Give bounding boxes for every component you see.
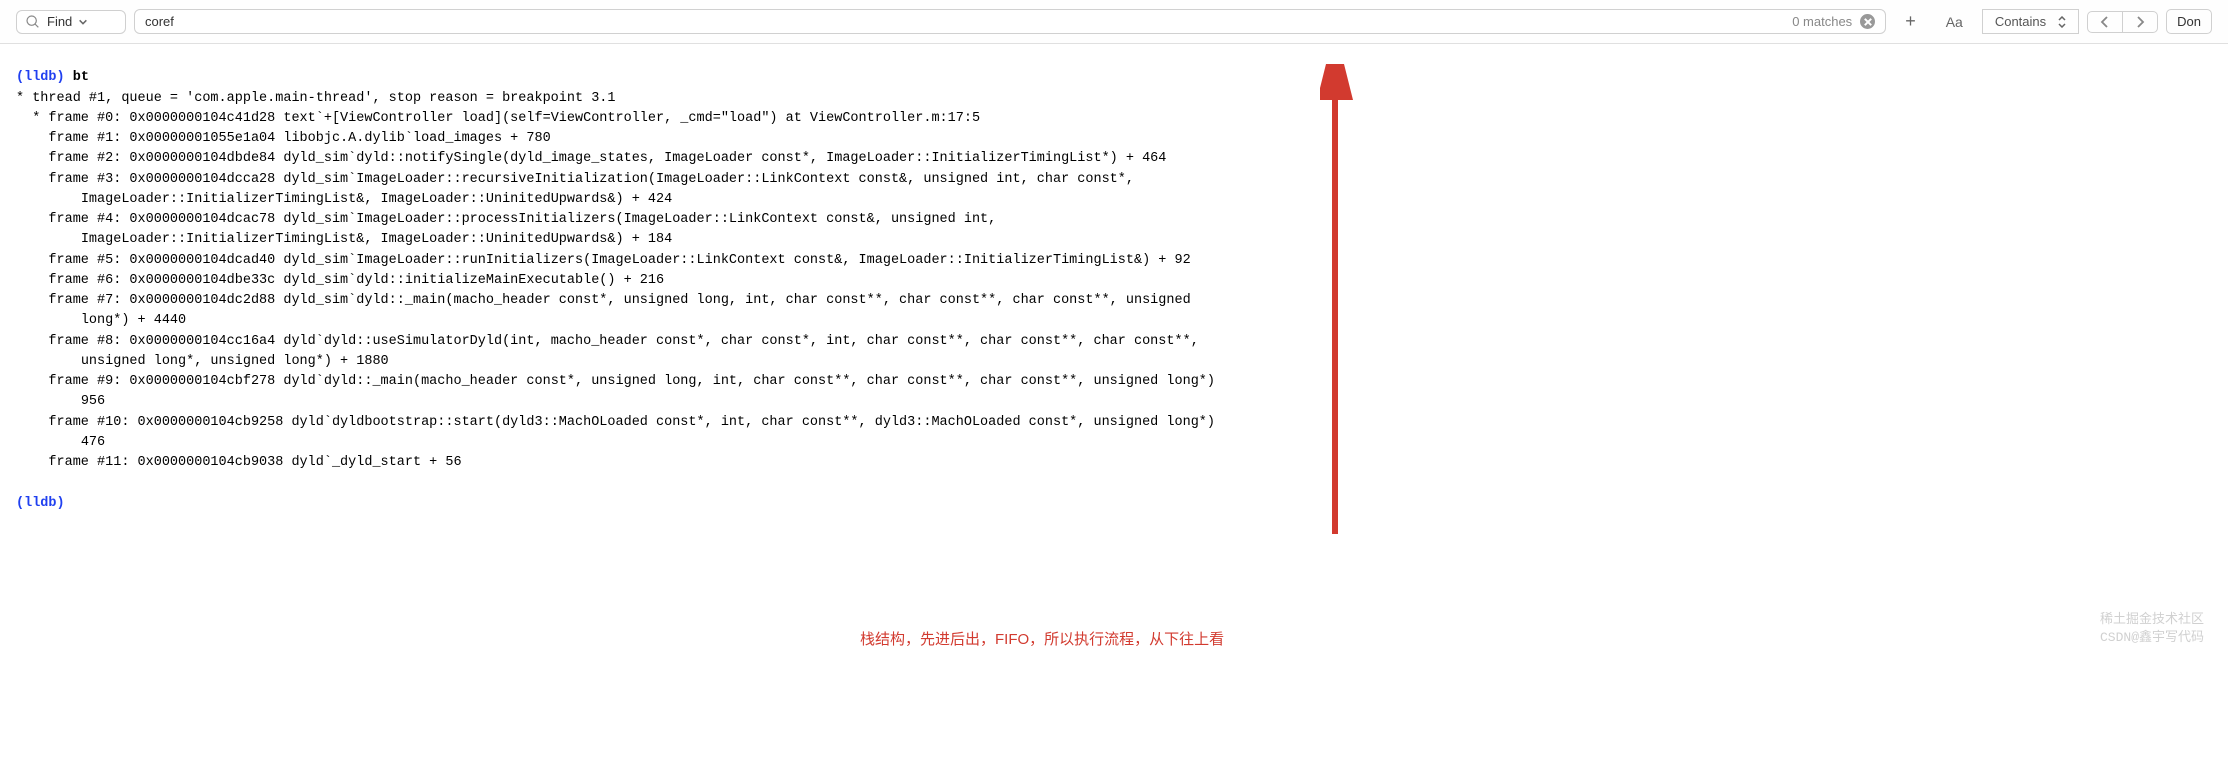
- console-line: frame #5: 0x0000000104dcad40 dyld_sim`Im…: [16, 251, 2212, 271]
- annotation-text: 栈结构，先进后出，FIFO，所以执行流程，从下往上看: [860, 629, 1224, 652]
- find-label: Find: [47, 14, 72, 29]
- lldb-prompt-end: (lldb): [16, 496, 65, 511]
- matches-count: 0 matches: [1792, 14, 1852, 29]
- console-line: frame #11: 0x0000000104cb9038 dyld`_dyld…: [16, 453, 2212, 473]
- add-button[interactable]: +: [1894, 6, 1927, 37]
- console-line: 476: [16, 433, 2212, 453]
- console-line: * frame #0: 0x0000000104c41d28 text`+[Vi…: [16, 109, 2212, 129]
- find-mode-selector[interactable]: Find: [16, 10, 126, 34]
- chevron-down-icon: [78, 17, 88, 27]
- search-field-container: 0 matches: [134, 9, 1886, 34]
- close-icon: [1864, 18, 1872, 26]
- lldb-console: (lldb) bt * thread #1, queue = 'com.appl…: [0, 44, 2228, 660]
- console-line: frame #8: 0x0000000104cc16a4 dyld`dyld::…: [16, 332, 2212, 352]
- console-line: frame #9: 0x0000000104cbf278 dyld`dyld::…: [16, 372, 2212, 392]
- find-prev-button[interactable]: [2088, 12, 2122, 32]
- console-line: ImageLoader::InitializerTimingList&, Ima…: [16, 230, 2212, 250]
- backtrace-output: * thread #1, queue = 'com.apple.main-thr…: [16, 89, 2212, 474]
- find-next-button[interactable]: [2122, 12, 2157, 32]
- search-input[interactable]: [145, 14, 1792, 29]
- console-line: frame #3: 0x0000000104dcca28 dyld_sim`Im…: [16, 170, 2212, 190]
- console-line: ImageLoader::InitializerTimingList&, Ima…: [16, 190, 2212, 210]
- done-button[interactable]: Don: [2166, 9, 2212, 34]
- match-type-selector[interactable]: Contains: [1982, 9, 2079, 34]
- console-line: frame #7: 0x0000000104dc2d88 dyld_sim`dy…: [16, 291, 2212, 311]
- chevron-right-icon: [2135, 16, 2145, 28]
- updown-icon: [2058, 16, 2066, 28]
- console-line: frame #6: 0x0000000104dbe33c dyld_sim`dy…: [16, 271, 2212, 291]
- clear-search-button[interactable]: [1860, 14, 1875, 29]
- console-line: * thread #1, queue = 'com.apple.main-thr…: [16, 89, 2212, 109]
- console-line: frame #10: 0x0000000104cb9258 dyld`dyldb…: [16, 413, 2212, 433]
- console-line: unsigned long*, unsigned long*) + 1880: [16, 352, 2212, 372]
- contains-label: Contains: [1995, 14, 2046, 29]
- console-line: frame #2: 0x0000000104dbde84 dyld_sim`dy…: [16, 149, 2212, 169]
- lldb-prompt: (lldb): [16, 70, 65, 85]
- watermark-juejin: 稀土掘金技术社区: [2100, 610, 2204, 630]
- chevron-left-icon: [2100, 16, 2110, 28]
- console-line: frame #1: 0x00000001055e1a04 libobjc.A.d…: [16, 129, 2212, 149]
- console-line: frame #4: 0x0000000104dcac78 dyld_sim`Im…: [16, 210, 2212, 230]
- console-line: long*) + 4440: [16, 311, 2212, 331]
- watermark-csdn: CSDN@鑫宇写代码: [2100, 628, 2204, 648]
- console-line: 956: [16, 392, 2212, 412]
- lldb-command: bt: [73, 70, 89, 85]
- search-icon: [25, 14, 41, 30]
- find-nav-group: [2087, 11, 2158, 33]
- find-toolbar: Find 0 matches + Aa Contains Don: [0, 0, 2228, 44]
- case-sensitive-toggle[interactable]: Aa: [1935, 9, 1974, 35]
